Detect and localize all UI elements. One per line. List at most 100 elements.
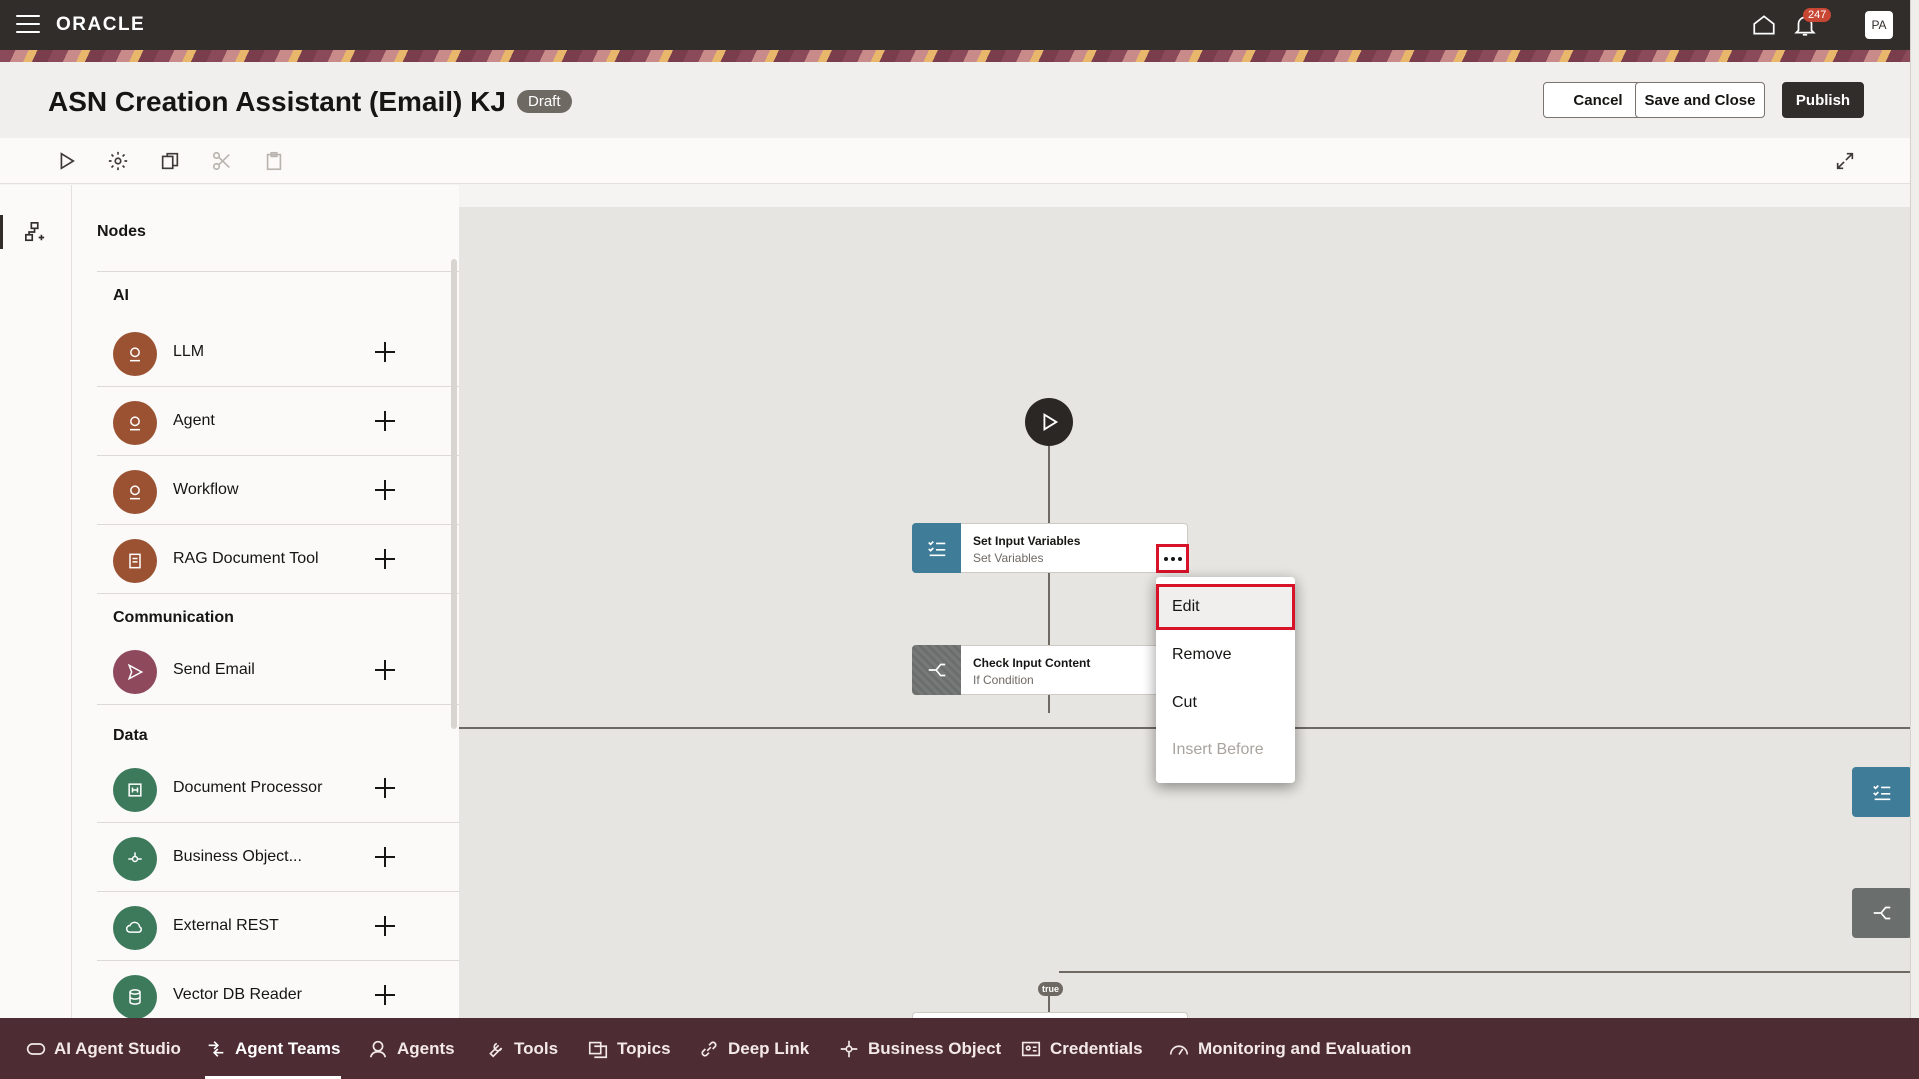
user-avatar[interactable]: PA	[1865, 11, 1893, 39]
decorative-banner	[0, 50, 1919, 62]
add-node-plus-icon[interactable]	[373, 776, 397, 800]
flow-node-name: Check Input Content	[973, 656, 1091, 670]
add-node-plus-icon[interactable]	[373, 547, 397, 571]
menu-item-remove[interactable]: Remove	[1156, 632, 1295, 678]
nav-label: Credentials	[1050, 1038, 1143, 1058]
flow-node-type: If Condition	[973, 673, 1034, 687]
settings-gear-icon[interactable]	[107, 150, 129, 172]
offscreen-if-condition-node[interactable]	[1852, 888, 1910, 938]
node-item-llm[interactable]: LLM	[97, 318, 459, 387]
save-and-close-button[interactable]: Save and Close	[1635, 82, 1765, 118]
node-item-workflow[interactable]: Workflow	[97, 456, 459, 525]
node-more-actions-button[interactable]	[1156, 544, 1189, 573]
branch-line	[1059, 971, 1910, 973]
nav-monitoring-and-evaluation[interactable]: Monitoring and Evaluation	[1168, 1018, 1411, 1079]
nav-label: Agents	[397, 1038, 455, 1058]
credentials-icon	[1021, 1041, 1041, 1056]
node-item-send-email[interactable]: Send Email	[97, 636, 459, 705]
external-rest-icon	[113, 906, 157, 950]
document-icon	[113, 539, 157, 583]
publish-button[interactable]: Publish	[1782, 82, 1864, 118]
nav-label: AI Agent Studio	[54, 1038, 181, 1058]
gauge-icon	[1169, 1045, 1189, 1055]
left-rail	[0, 185, 72, 1018]
cut-scissors-icon[interactable]	[211, 150, 233, 172]
nodes-panel-toggle-icon[interactable]	[24, 221, 46, 248]
home-icon[interactable]	[1751, 12, 1777, 38]
expand-fullscreen-icon[interactable]	[1834, 150, 1856, 172]
panel-scrollbar[interactable]	[451, 259, 457, 729]
node-item-vector-db-reader[interactable]: Vector DB Reader	[97, 961, 459, 1018]
nav-label: Monitoring and Evaluation	[1198, 1038, 1412, 1058]
node-item-label: Workflow	[173, 481, 239, 498]
nav-label: Business Object	[868, 1038, 1002, 1058]
nodes-panel: Nodes AI LLM Agent Workflow RAG Document…	[72, 185, 459, 1018]
nav-business-object[interactable]: Business Object	[838, 1018, 1001, 1079]
if-condition-branch-icon	[1873, 906, 1891, 920]
add-node-plus-icon[interactable]	[373, 914, 397, 938]
run-icon[interactable]	[55, 150, 77, 172]
node-item-document-processor[interactable]: Document Processor	[97, 754, 459, 823]
divider	[97, 271, 459, 272]
node-item-business-object[interactable]: Business Object...	[97, 823, 459, 892]
offscreen-set-variables-node[interactable]	[1852, 767, 1910, 817]
connector	[1048, 573, 1050, 653]
nav-credentials[interactable]: Credentials	[1020, 1018, 1143, 1079]
node-item-label: Agent	[173, 412, 215, 429]
llm-icon	[113, 332, 157, 376]
nav-agents[interactable]: Agents	[367, 1018, 455, 1079]
agent-icon	[369, 1040, 387, 1057]
add-node-plus-icon[interactable]	[373, 658, 397, 682]
business-object-icon	[113, 837, 157, 881]
link-icon	[701, 1041, 717, 1056]
start-node-play-icon[interactable]	[1025, 398, 1073, 446]
menu-item-cut[interactable]: Cut	[1156, 680, 1295, 726]
add-node-plus-icon[interactable]	[373, 340, 397, 364]
nav-topics[interactable]: Topics	[587, 1018, 671, 1079]
if-condition-branch-icon	[912, 645, 961, 695]
connector	[1048, 695, 1050, 713]
flow-node-check-input-content[interactable]: Check Input Content If Condition	[912, 645, 1188, 695]
menu-item-edit[interactable]: Edit	[1156, 584, 1295, 630]
topics-icon	[588, 1041, 608, 1058]
checklist-icon	[912, 523, 961, 573]
add-node-plus-icon[interactable]	[373, 478, 397, 502]
rail-active-indicator	[0, 215, 3, 249]
notification-count-badge: 247	[1803, 8, 1832, 22]
page-header: ASN Creation Assistant (Email) KJ Draft …	[0, 62, 1910, 138]
hamburger-menu-icon[interactable]	[16, 15, 40, 35]
node-item-label: Send Email	[173, 661, 255, 678]
workflow-icon	[113, 470, 157, 514]
flow-node-set-input-variables[interactable]: Set Input Variables Set Variables	[912, 523, 1188, 573]
add-node-plus-icon[interactable]	[373, 845, 397, 869]
copy-icon[interactable]	[159, 150, 181, 172]
checklist-icon	[1873, 784, 1891, 801]
add-node-plus-icon[interactable]	[373, 409, 397, 433]
add-node-plus-icon[interactable]	[373, 983, 397, 1007]
agent-icon	[113, 401, 157, 445]
document-processor-icon	[113, 768, 157, 812]
nav-tools[interactable]: Tools	[484, 1018, 558, 1079]
database-icon	[113, 975, 157, 1018]
menu-item-insert-before[interactable]: Insert Before	[1156, 727, 1295, 773]
node-item-label: RAG Document Tool	[173, 550, 319, 567]
nav-label: Topics	[617, 1038, 671, 1058]
node-item-rag-document-tool[interactable]: RAG Document Tool	[97, 525, 459, 594]
paste-clipboard-icon[interactable]	[263, 150, 285, 172]
node-item-label: External REST	[173, 917, 279, 934]
nav-agent-teams[interactable]: Agent Teams	[205, 1018, 341, 1079]
nav-label: Deep Link	[728, 1038, 810, 1058]
business-object-icon	[840, 1040, 858, 1057]
nav-label: Agent Teams	[235, 1038, 341, 1058]
true-branch-label: true	[1038, 982, 1064, 996]
panel-title: Nodes	[97, 223, 146, 240]
nav-label: Tools	[514, 1038, 559, 1058]
flow-node-type: Set Variables	[973, 551, 1044, 565]
page-scrollbar[interactable]	[1910, 0, 1919, 1018]
node-item-agent[interactable]: Agent	[97, 387, 459, 456]
page-title: ASN Creation Assistant (Email) KJ	[48, 86, 506, 117]
nav-ai-agent-studio[interactable]: AI Agent Studio	[26, 1018, 181, 1079]
node-item-external-rest[interactable]: External REST	[97, 892, 459, 961]
node-item-label: LLM	[173, 343, 205, 360]
nav-deep-link[interactable]: Deep Link	[698, 1018, 809, 1079]
